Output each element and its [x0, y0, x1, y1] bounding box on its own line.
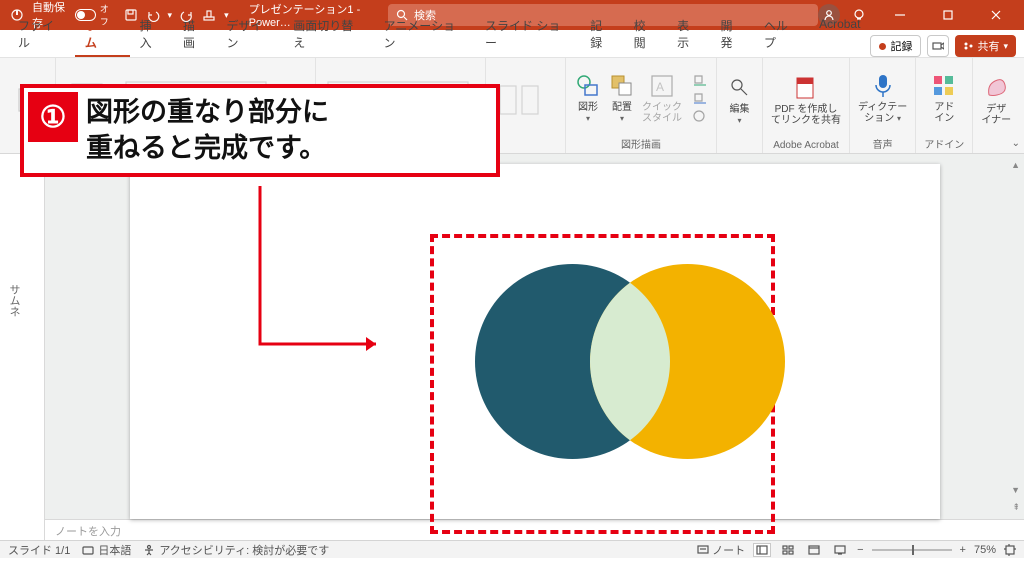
record-button[interactable]: 記録: [870, 35, 921, 57]
collapse-ribbon-icon[interactable]: ⌄: [1012, 138, 1020, 149]
designer-button[interactable]: デザ イナー: [981, 74, 1011, 127]
slide-canvas-area[interactable]: ▲ ▼ ⇞: [45, 154, 1024, 519]
tab-view[interactable]: 表示: [667, 12, 710, 57]
find-icon: [726, 74, 754, 102]
annotation-callout: ① 図形の重なり部分に 重ねると完成です。: [20, 84, 500, 177]
tab-record[interactable]: 記録: [580, 12, 623, 57]
lang-indicator[interactable]: 日本語: [82, 542, 131, 558]
annotation-line1: 図形の重なり部分に: [86, 97, 329, 127]
zoom-in-button[interactable]: +: [960, 544, 966, 556]
sorter-view-icon[interactable]: [779, 543, 797, 557]
vertical-scrollbar[interactable]: ▲ ▼ ⇞: [1008, 158, 1022, 515]
notes-icon: [697, 544, 709, 556]
group-drawing: 図形▾ 配置▾ A クイック スタイル 図形描画: [566, 58, 717, 153]
fit-to-window-icon[interactable]: [1004, 544, 1016, 556]
minimize-button[interactable]: [878, 0, 922, 30]
svg-text:A: A: [656, 80, 664, 94]
tab-acrobat[interactable]: Acrobat: [809, 12, 870, 57]
quick-styles-button[interactable]: A クイック スタイル: [642, 72, 682, 125]
designer-icon: [982, 74, 1010, 102]
accessibility-icon: [143, 544, 155, 556]
workspace: サムネ: [0, 154, 1024, 540]
group-addin: アド イン アドイン: [916, 58, 973, 153]
group-acrobat: PDF を作成し てリンクを共有 Adobe Acrobat: [763, 58, 850, 153]
reading-view-icon[interactable]: [805, 543, 823, 557]
shape-fill-icon[interactable]: [692, 73, 708, 87]
slide-counter[interactable]: スライド 1/1: [8, 542, 70, 558]
notes-placeholder: ノートを入力: [55, 526, 121, 538]
maximize-button[interactable]: [926, 0, 970, 30]
acrobat-button[interactable]: PDF を作成し てリンクを共有: [771, 74, 841, 127]
app-icon: [10, 8, 24, 22]
notes-toggle[interactable]: ノート: [697, 542, 745, 558]
share-icon: [963, 41, 973, 51]
tab-transitions[interactable]: 画面切り替え: [283, 12, 373, 57]
zoom-level[interactable]: 75%: [974, 544, 996, 556]
share-button[interactable]: 共有▾: [955, 35, 1016, 57]
redo-icon[interactable]: [180, 8, 194, 22]
shapes-icon: [574, 72, 602, 100]
zoom-out-button[interactable]: −: [857, 544, 863, 556]
group-editing: 編集▾: [717, 58, 763, 153]
editing-button[interactable]: 編集▾: [726, 74, 754, 127]
arrange-button[interactable]: 配置▾: [608, 72, 636, 125]
tab-help[interactable]: ヘルプ: [754, 12, 809, 57]
zoom-slider[interactable]: [872, 549, 952, 551]
pdf-icon: [792, 74, 820, 102]
dictation-button[interactable]: ディクテー ション ▾: [858, 72, 907, 125]
status-bar: スライド 1/1 日本語 アクセシビリティ: 検討が必要です ノート − + 7…: [0, 540, 1024, 558]
ribbon-tabs: ファイル ホーム 挿入 描画 デザイン 画面切り替え アニメーション スライド …: [0, 30, 1024, 58]
lang-icon: [82, 544, 94, 556]
quick-styles-icon: A: [648, 72, 676, 100]
arrange-icon: [608, 72, 636, 100]
save-icon[interactable]: [124, 8, 138, 22]
tab-review[interactable]: 校閲: [624, 12, 667, 57]
accessibility-status[interactable]: アクセシビリティ: 検討が必要です: [143, 542, 329, 558]
close-button[interactable]: [974, 0, 1018, 30]
present-teams-icon[interactable]: [927, 35, 949, 57]
mic-icon: [869, 72, 897, 100]
overlap-shape[interactable]: [475, 264, 785, 459]
thumbnail-pane[interactable]: サムネ: [0, 154, 45, 540]
from-beginning-icon[interactable]: [202, 8, 216, 22]
annotation-number: ①: [28, 92, 78, 142]
annotation-arrow: [258, 186, 388, 356]
normal-view-icon[interactable]: [753, 543, 771, 557]
tab-design[interactable]: デザイン: [216, 12, 283, 57]
thumbnail-label: サムネ: [6, 284, 22, 317]
tab-developer[interactable]: 開発: [711, 12, 754, 57]
addin-button[interactable]: アド イン: [930, 72, 958, 125]
tab-slideshow[interactable]: スライド ショー: [475, 12, 580, 57]
undo-icon[interactable]: [146, 8, 160, 22]
slideshow-view-icon[interactable]: [831, 543, 849, 557]
annotation-line2: 重ねると完成です。: [86, 133, 326, 163]
slide[interactable]: [130, 164, 940, 519]
tab-animations[interactable]: アニメーション: [374, 12, 475, 57]
addin-icon: [930, 72, 958, 100]
group-voice: ディクテー ション ▾ 音声: [850, 58, 916, 153]
shapes-button[interactable]: 図形▾: [574, 72, 602, 125]
toggle-off-icon: [75, 9, 96, 21]
shape-effects-icon[interactable]: [692, 109, 708, 123]
shape-outline-icon[interactable]: [692, 91, 708, 105]
